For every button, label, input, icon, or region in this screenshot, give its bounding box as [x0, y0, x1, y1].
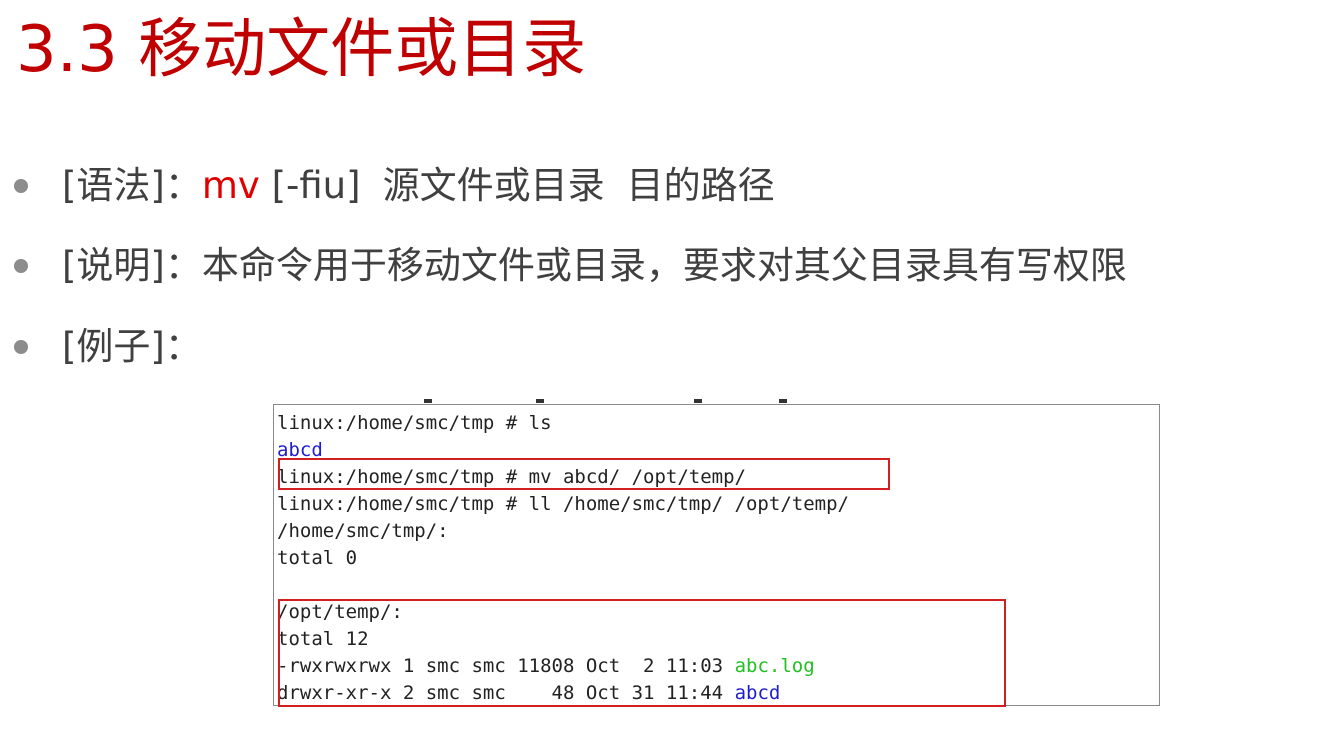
bullet-dot — [14, 340, 28, 354]
terminal-line: linux:/home/smc/tmp # ll /home/smc/tmp/ … — [277, 493, 849, 515]
terminal-line: total 0 — [277, 547, 358, 569]
bullet-syntax: [语法]：mv [-fiu] 源文件或目录 目的路径 — [0, 156, 1300, 216]
bullet-example: [例子]： — [0, 317, 1300, 377]
description-body: 本命令用于移动文件或目录，要求对其父目录具有写权限 — [201, 244, 1127, 287]
highlight-box-command — [278, 458, 890, 490]
syntax-command: mv — [201, 164, 260, 207]
terminal-line: linux:/home/smc/tmp # ls — [277, 412, 552, 434]
cropped-line-fragment — [274, 399, 1074, 409]
highlight-box-result — [278, 599, 1006, 707]
slide-title: 3.3 移动文件或目录 — [16, 13, 587, 87]
description-label: [说明]： — [62, 244, 202, 287]
syntax-source: 源文件或目录 — [382, 164, 605, 207]
terminal-screenshot: linux:/home/smc/tmp # ls abcd linux:/hom… — [273, 399, 1160, 707]
syntax-text: [语法]：mv [-fiu] 源文件或目录 目的路径 — [62, 156, 775, 216]
syntax-label: [语法]： — [62, 164, 202, 207]
bullet-description: [说明]：本命令用于移动文件或目录，要求对其父目录具有写权限 — [0, 236, 1300, 296]
description-text: [说明]：本命令用于移动文件或目录，要求对其父目录具有写权限 — [62, 236, 1127, 296]
example-label: [例子]： — [62, 325, 202, 368]
bullet-dot — [14, 179, 28, 193]
terminal-line: /home/smc/tmp/: — [277, 520, 449, 542]
bullet-dot — [14, 259, 28, 273]
syntax-options: [-fiu] — [271, 164, 361, 207]
syntax-destination: 目的路径 — [626, 164, 775, 207]
